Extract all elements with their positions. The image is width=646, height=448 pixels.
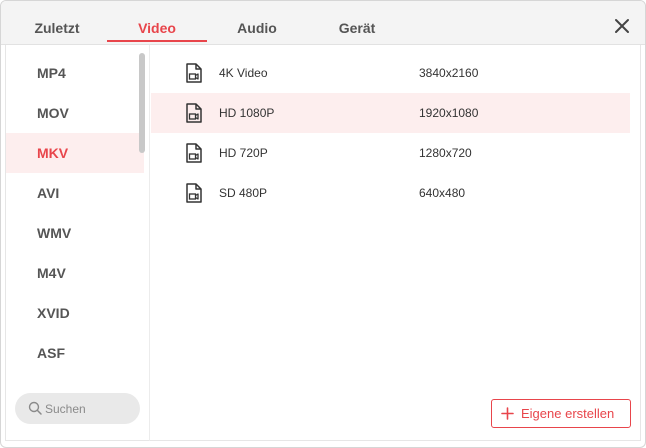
format-item-avi[interactable]: AVI xyxy=(6,173,144,213)
preset-row-hd-1080p[interactable]: HD 1080P 1920x1080 xyxy=(151,93,630,133)
preset-row-hd-720p[interactable]: HD 720P 1280x720 xyxy=(151,133,630,173)
search-input[interactable] xyxy=(45,399,135,418)
tab-video[interactable]: Video xyxy=(107,1,207,43)
preset-resolution: 3840x2160 xyxy=(419,66,479,80)
create-custom-label: Eigene erstellen xyxy=(521,406,615,421)
preset-resolution: 640x480 xyxy=(419,186,466,200)
preset-name: SD 480P xyxy=(219,186,268,200)
video-file-icon xyxy=(186,143,202,163)
close-button[interactable] xyxy=(611,15,633,37)
video-file-icon xyxy=(186,183,202,203)
tab-zuletzt[interactable]: Zuletzt xyxy=(21,1,93,43)
preset-name: HD 1080P xyxy=(219,106,275,120)
close-icon xyxy=(615,19,629,33)
format-item-xvid[interactable]: XVID xyxy=(6,293,144,333)
format-list-scrollbar[interactable] xyxy=(139,53,145,153)
video-file-icon xyxy=(186,63,202,83)
search-box[interactable] xyxy=(15,393,140,424)
preset-name: HD 720P xyxy=(219,146,268,160)
preset-list: 4K Video 3840x2160 HD 1080P 1920x1080 HD… xyxy=(151,45,641,441)
format-item-wmv[interactable]: WMV xyxy=(6,213,144,253)
create-custom-button[interactable]: Eigene erstellen xyxy=(491,399,631,428)
preset-resolution: 1280x720 xyxy=(419,146,472,160)
format-item-mp4[interactable]: MP4 xyxy=(6,53,144,93)
plus-icon xyxy=(501,407,514,420)
search-icon xyxy=(28,401,42,415)
active-tab-indicator xyxy=(107,40,207,42)
preset-row-4k-video[interactable]: 4K Video 3840x2160 xyxy=(151,53,630,93)
format-item-asf[interactable]: ASF xyxy=(6,333,144,373)
tab-audio[interactable]: Audio xyxy=(219,1,295,43)
tab-geraet[interactable]: Gerät xyxy=(321,1,393,43)
format-item-mkv[interactable]: MKV xyxy=(6,133,144,173)
preset-resolution: 1920x1080 xyxy=(419,106,479,120)
video-file-icon xyxy=(186,103,202,123)
format-item-mov[interactable]: MOV xyxy=(6,93,144,133)
format-dialog: Zuletzt Video Audio Gerät MP4 MOV MKV AV… xyxy=(0,0,646,448)
preset-name: 4K Video xyxy=(219,66,268,80)
content-panel: MP4 MOV MKV AVI WMV M4V XVID ASF Suchen … xyxy=(5,45,641,441)
preset-row-sd-480p[interactable]: SD 480P 640x480 xyxy=(151,173,630,213)
format-list: MP4 MOV MKV AVI WMV M4V XVID ASF xyxy=(6,45,150,441)
format-item-m4v[interactable]: M4V xyxy=(6,253,144,293)
tab-bar: Zuletzt Video Audio Gerät xyxy=(1,1,645,45)
